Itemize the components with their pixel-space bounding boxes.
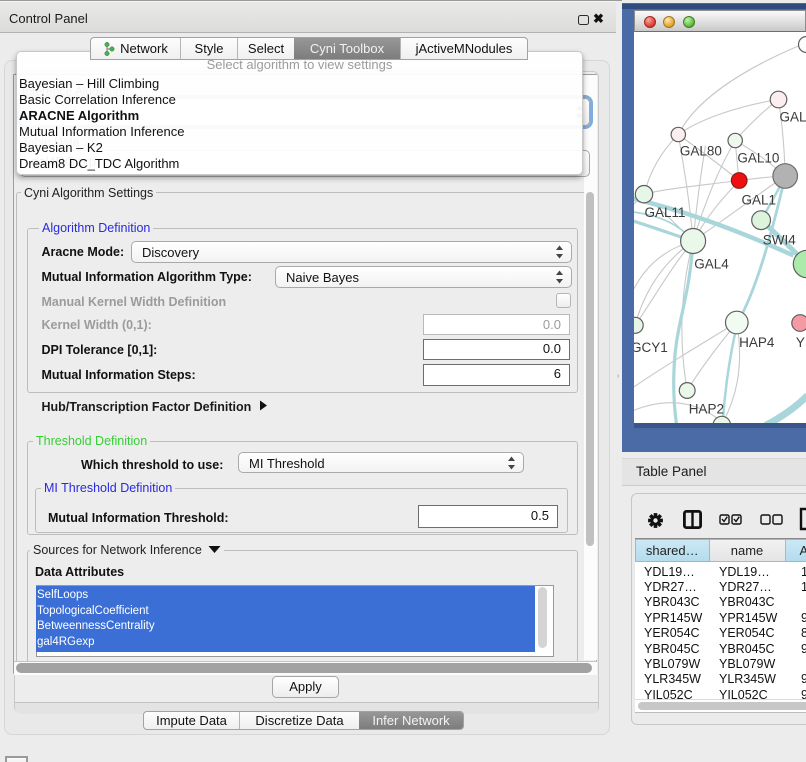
svg-text:GAL11: GAL11 — [644, 205, 685, 220]
svg-text:GAL10: GAL10 — [737, 150, 779, 165]
svg-text:GAL80: GAL80 — [679, 143, 721, 158]
svg-text:YD: YD — [795, 335, 806, 350]
svg-text:GAL7: GAL7 — [779, 109, 806, 124]
svg-text:HAP4: HAP4 — [739, 335, 775, 350]
svg-text:SWI4: SWI4 — [762, 232, 795, 247]
svg-text:GAL4: GAL4 — [694, 256, 729, 271]
svg-text:GCY1: GCY1 — [634, 340, 668, 355]
svg-text:GAL1: GAL1 — [741, 192, 776, 207]
svg-text:HAP2: HAP2 — [688, 401, 723, 416]
